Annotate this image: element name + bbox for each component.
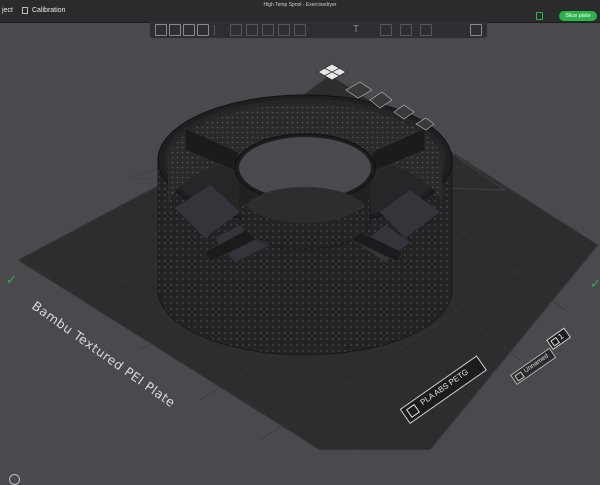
scene-svg — [17, 63, 599, 450]
window-title: High Temp Spool - Exercisedryer — [263, 2, 337, 8]
auto-arrange-icon[interactable] — [197, 24, 209, 36]
toolbar-separator — [214, 25, 215, 35]
preview-icon[interactable] — [536, 12, 543, 20]
check-icon[interactable]: ✓ — [590, 276, 600, 292]
settings-icon[interactable] — [9, 474, 20, 485]
measure-icon[interactable] — [420, 24, 432, 36]
cut-icon[interactable] — [262, 24, 274, 36]
title-bar: High Temp Spool - Exercisedryer ject Cal… — [0, 0, 600, 23]
grid-icon[interactable] — [169, 24, 181, 36]
menu-project[interactable]: ject — [2, 0, 13, 22]
seam-icon[interactable] — [400, 24, 412, 36]
slice-plate-button[interactable]: Slice plate — [559, 11, 597, 21]
object-toolbar: T — [150, 22, 487, 38]
menu-calibration[interactable]: Calibration — [32, 0, 65, 22]
scale-icon[interactable] — [278, 24, 290, 36]
add-object-icon[interactable] — [155, 24, 167, 36]
calibration-icon — [22, 7, 28, 14]
3d-viewport[interactable]: ✓ ✓ Bambu Textured PEI Plate PLA ABS PET… — [0, 38, 600, 485]
check-icon[interactable]: ✓ — [6, 272, 17, 288]
layout-icon[interactable] — [230, 24, 242, 36]
assembly-icon[interactable] — [470, 24, 482, 36]
orient-icon[interactable] — [183, 24, 195, 36]
support-paint-icon[interactable] — [380, 24, 392, 36]
edit-icon — [514, 371, 525, 382]
text-icon[interactable]: T — [350, 24, 362, 36]
filament-icon — [406, 403, 420, 418]
split-icon[interactable] — [246, 24, 258, 36]
rotate-icon[interactable] — [294, 24, 306, 36]
